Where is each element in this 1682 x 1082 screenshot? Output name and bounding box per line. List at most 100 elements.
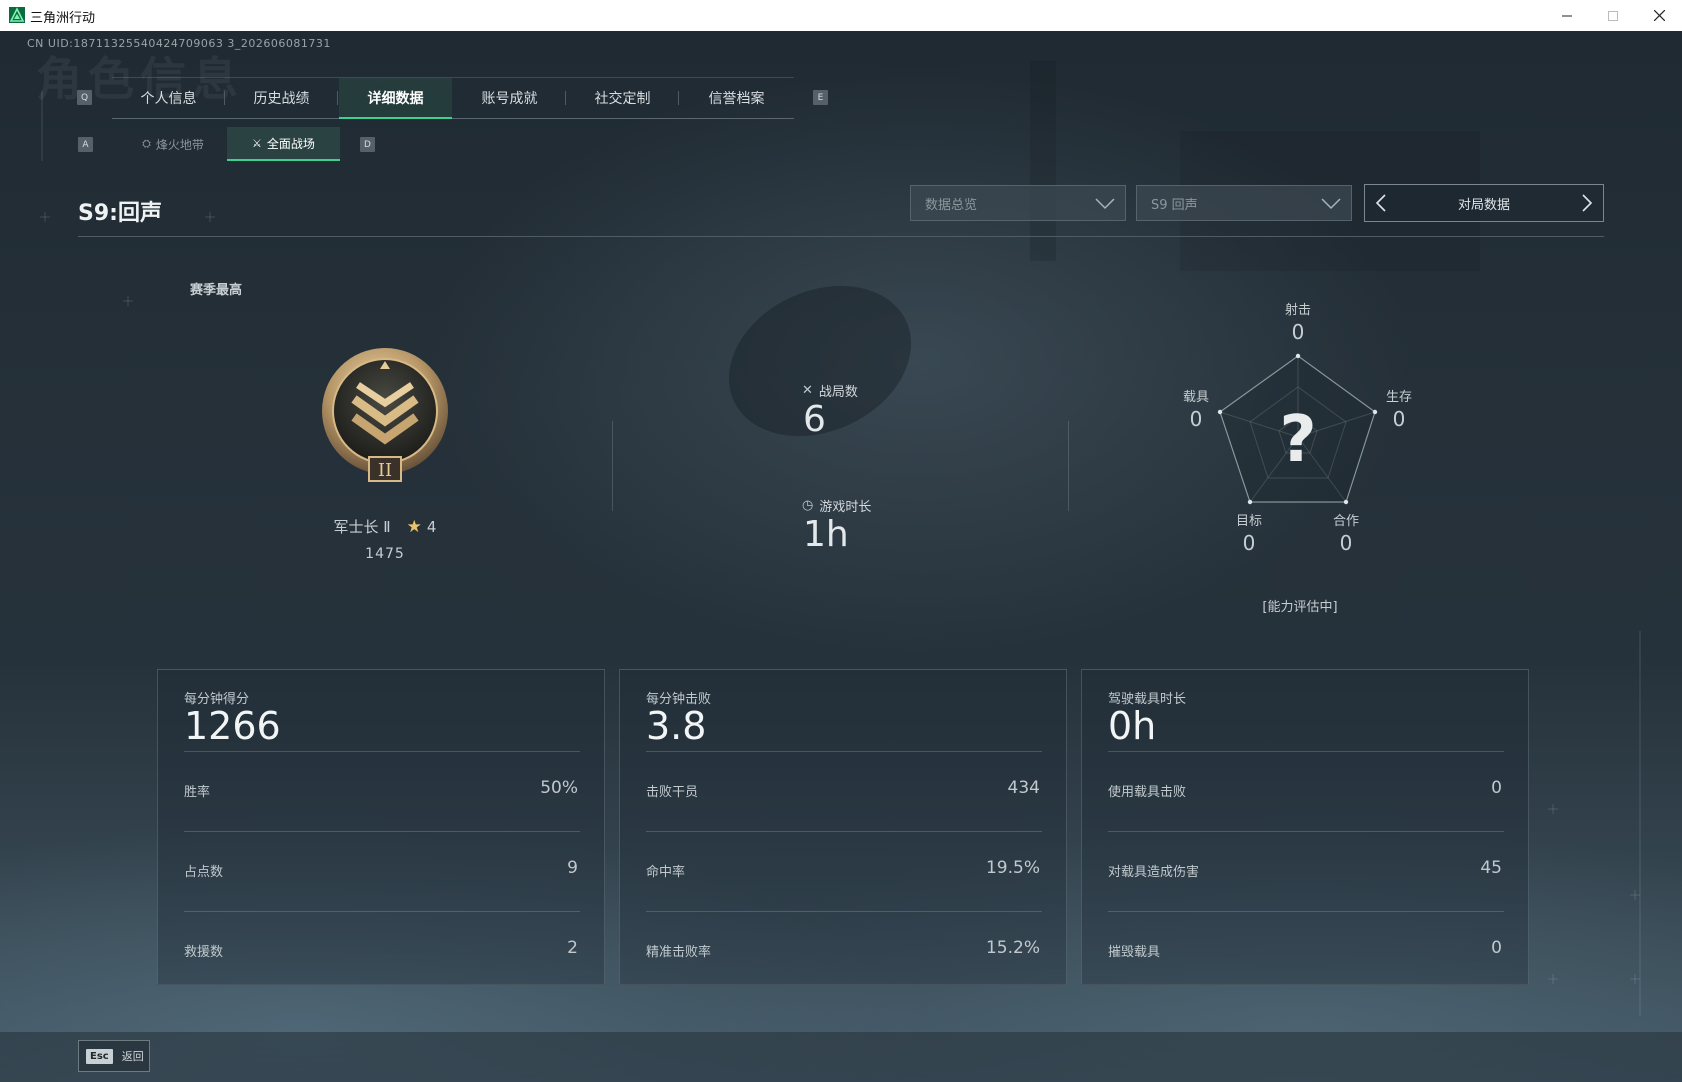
radar-value-teamwork: 0 <box>1339 531 1353 555</box>
rank-medal-icon: II <box>322 348 448 482</box>
stopwatch-icon: ◷ <box>802 498 814 513</box>
card-value: 0h <box>1108 704 1157 748</box>
stat-label: 精准击败率 <box>646 945 712 960</box>
playtime-label-text: 游戏时长 <box>819 500 872 515</box>
score-card: 每分钟得分 1266 胜率 50% 占点数 9 救援数 2 <box>157 669 605 985</box>
card-divider <box>184 911 580 912</box>
chevron-left-icon[interactable] <box>1375 194 1387 212</box>
tab-match-history[interactable]: 历史战绩 <box>225 78 338 118</box>
chevron-right-icon[interactable] <box>1581 194 1593 212</box>
chevron-down-icon <box>1095 198 1115 210</box>
season-title: S9:回声 <box>78 201 162 226</box>
playtime-value: 1h <box>803 514 849 555</box>
back-button[interactable]: Esc 返回 <box>78 1040 150 1072</box>
games-label-text: 战局数 <box>818 385 858 400</box>
tab-personal-info[interactable]: 个人信息 <box>112 78 225 118</box>
card-divider <box>184 831 580 832</box>
ability-status: [能力评估中] <box>1262 600 1338 615</box>
tab-prev-key-hint[interactable]: Q <box>77 90 92 105</box>
subtab-label: 全面战场 <box>266 136 315 151</box>
card-value: 1266 <box>184 704 281 748</box>
stat-label: 对载具造成伤害 <box>1108 865 1200 880</box>
data-overview-dropdown[interactable]: 数据总览 <box>910 185 1126 221</box>
tab-social-custom[interactable]: 社交定制 <box>566 78 679 118</box>
kills-card: 每分钟击败 3.8 击败干员 434 命中率 19.5% 精准击败率 15.2% <box>619 669 1067 985</box>
section-divider <box>612 421 613 511</box>
rank-name: 军士长 Ⅱ <box>333 518 391 536</box>
pager-label: 对局数据 <box>1457 197 1510 213</box>
battlefield-icon: ⚔ <box>252 136 262 150</box>
minimize-icon <box>1562 15 1572 16</box>
radar-label-survival: 生存 <box>1385 390 1412 405</box>
season-dropdown[interactable]: S9 回声 <box>1136 185 1352 221</box>
stat-value: 9 <box>567 858 578 878</box>
card-value: 3.8 <box>646 704 707 748</box>
stat-value: 2 <box>567 938 578 958</box>
star-icon: ★ <box>406 516 422 537</box>
stat-value: 15.2% <box>985 938 1040 958</box>
minimize-button[interactable] <box>1544 0 1590 31</box>
card-divider <box>1108 831 1504 832</box>
tab-label: 详细数据 <box>367 90 424 107</box>
radar-label-teamwork: 合作 <box>1332 514 1359 529</box>
stat-label: 击败干员 <box>646 785 699 800</box>
subtab-full-battlefield[interactable]: ⚔ 全面战场 <box>227 127 340 161</box>
subtab-next-key-hint[interactable]: D <box>360 137 375 152</box>
dropdown-value: 数据总览 <box>925 197 978 213</box>
game-screen: CN UID:18711325540424709063 3_2026060817… <box>0 31 1682 1082</box>
medal-numeral: II <box>378 460 392 481</box>
season-best-label: 赛季最高 <box>190 283 243 298</box>
crossed-swords-icon: ✕ <box>802 383 813 398</box>
games-label: ✕ 战局数 <box>802 381 858 400</box>
close-button[interactable] <box>1636 0 1682 31</box>
stat-value: 19.5% <box>985 858 1040 878</box>
section-divider <box>1068 421 1069 511</box>
stat-label: 摧毁载具 <box>1108 945 1161 960</box>
window-titlebar: 三角洲行动 <box>0 0 1682 32</box>
rank-score: 1475 <box>365 546 405 562</box>
stat-label: 占点数 <box>184 865 224 880</box>
card-divider <box>646 831 1042 832</box>
app-logo-icon <box>9 7 25 23</box>
stat-value: 0 <box>1491 778 1502 798</box>
tab-credit-record[interactable]: 信誉档案 <box>680 78 793 118</box>
stat-value: 45 <box>1480 858 1502 878</box>
stat-value: 50% <box>540 778 578 798</box>
subtab-label: 烽火地带 <box>155 137 204 152</box>
card-divider <box>646 911 1042 912</box>
subtab-prev-key-hint[interactable]: A <box>78 137 93 152</box>
back-label: 返回 <box>121 1050 144 1063</box>
radar-label-shooting: 射击 <box>1284 303 1311 318</box>
tab-detailed-data[interactable]: 详细数据 <box>339 78 452 119</box>
close-icon <box>1653 10 1665 21</box>
radar-value-survival: 0 <box>1392 407 1406 431</box>
tab-label: 账号成就 <box>481 91 538 107</box>
radar-unknown-mark: ? <box>1279 403 1316 477</box>
header-divider <box>78 236 1604 237</box>
radar-label-vehicle: 载具 <box>1182 390 1209 405</box>
card-divider <box>1108 911 1504 912</box>
radar-value-vehicle: 0 <box>1189 407 1203 431</box>
extraction-icon: ⛭ <box>142 137 151 150</box>
dropdown-value: S9 回声 <box>1151 197 1198 213</box>
games-value: 6 <box>803 399 826 440</box>
maximize-icon <box>1608 10 1618 21</box>
data-type-pager: 对局数据 <box>1364 184 1604 222</box>
tab-next-key-hint[interactable]: E <box>813 90 828 105</box>
subtab-extraction-zone[interactable]: ⛭ 烽火地带 <box>120 127 226 161</box>
tab-achievements[interactable]: 账号成就 <box>453 78 566 118</box>
maximize-button[interactable] <box>1590 0 1636 31</box>
rank-stars: 4 <box>426 517 437 536</box>
main-tab-bar: 个人信息 历史战绩 详细数据 账号成就 社交定制 信誉档案 <box>112 77 794 119</box>
tab-label: 信誉档案 <box>708 91 765 107</box>
card-divider <box>184 751 580 752</box>
stat-value: 0 <box>1491 938 1502 958</box>
esc-key-hint: Esc <box>86 1048 113 1064</box>
rank-info: 军士长 Ⅱ ★ 4 <box>300 516 470 537</box>
playtime-label: ◷ 游戏时长 <box>802 496 871 515</box>
stat-label: 胜率 <box>184 785 211 800</box>
stat-label: 救援数 <box>184 945 224 960</box>
chevron-down-icon <box>1321 198 1341 210</box>
stat-label: 命中率 <box>646 865 686 880</box>
card-divider <box>646 751 1042 752</box>
